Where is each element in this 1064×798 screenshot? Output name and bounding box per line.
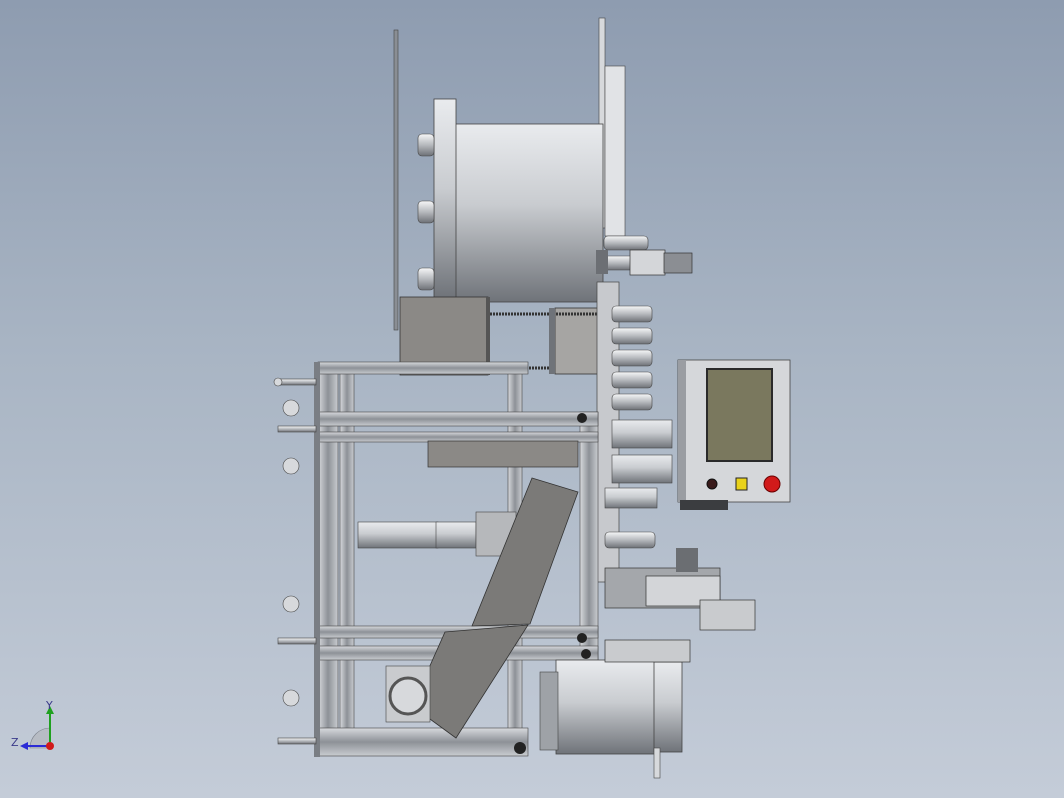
yellow-button: [735, 477, 748, 491]
cad-viewport[interactable]: Y Z: [0, 0, 1064, 798]
right-roller-column: [596, 235, 693, 583]
emergency-stop-button: [763, 475, 781, 493]
caster-wheels: [273, 377, 317, 745]
right-lower-mechanism: [604, 548, 756, 663]
top-roll-assembly: [393, 17, 626, 376]
control-panel: [677, 359, 791, 510]
y-axis-label: Y: [45, 699, 53, 712]
cad-model-drawing: Y Z: [11, 17, 791, 779]
z-axis-label: Z: [11, 736, 19, 749]
axis-triad: Y Z: [11, 699, 54, 750]
origin-dot: [46, 742, 54, 750]
black-button: [706, 478, 718, 490]
panel-screen: [706, 368, 773, 462]
